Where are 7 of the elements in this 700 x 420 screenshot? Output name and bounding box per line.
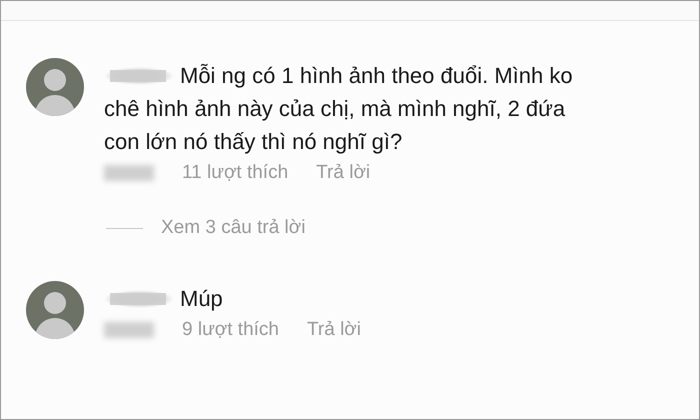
reply-button[interactable]: Trả lời (307, 319, 361, 341)
reply-button[interactable]: Trả lời (316, 162, 370, 184)
blurred-timestamp (104, 322, 154, 338)
likes-count-link[interactable]: 9 lượt thích (182, 319, 279, 341)
blurred-timestamp (104, 165, 154, 181)
view-replies-link[interactable]: Xem 3 câu trả lời (161, 217, 306, 239)
likes-count-link[interactable]: 11 lượt thích (182, 162, 288, 184)
